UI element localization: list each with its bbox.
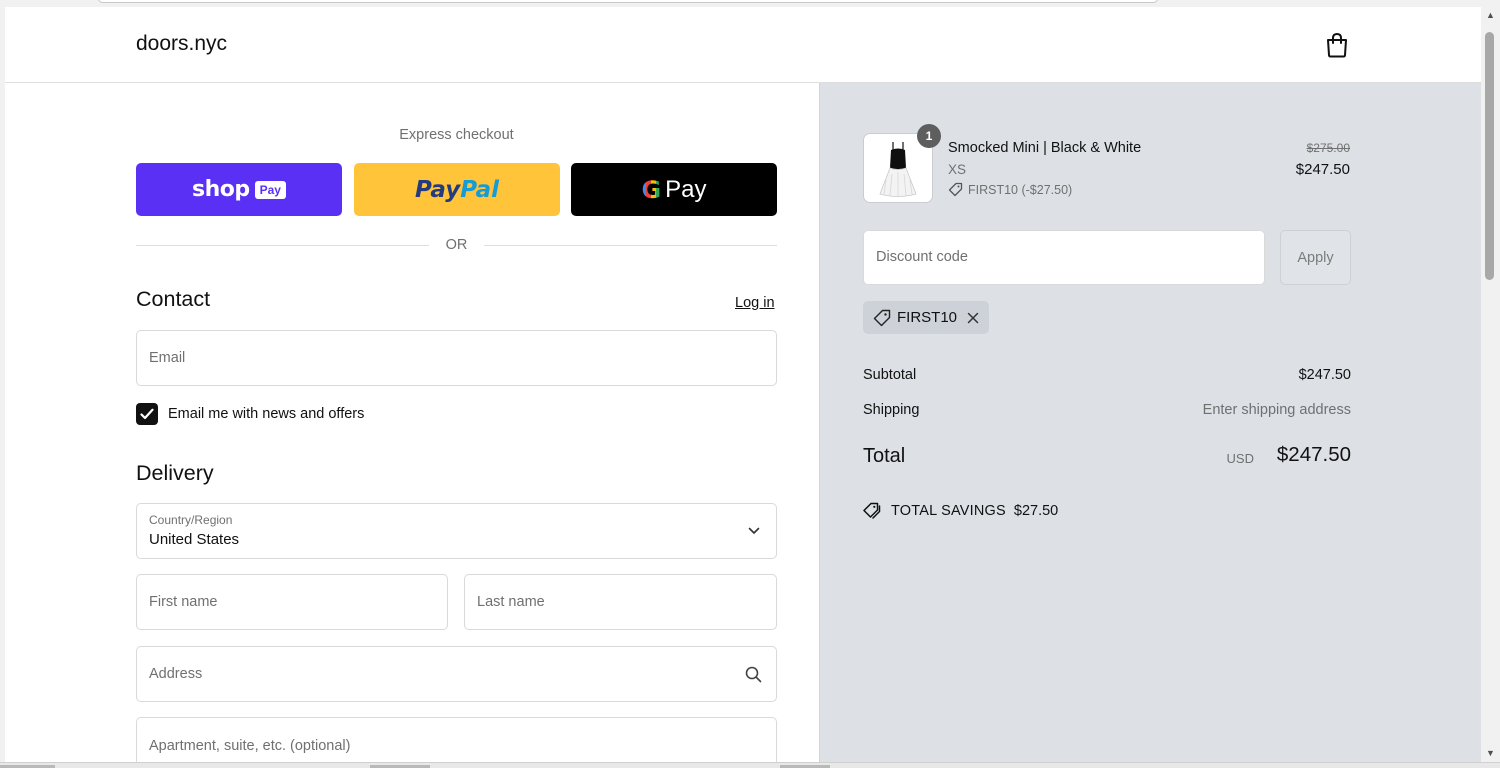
news-opt-in-checkbox[interactable] <box>136 403 158 425</box>
address-placeholder: Address <box>149 666 203 682</box>
news-opt-in-label: Email me with news and offers <box>168 406 365 422</box>
first-name-placeholder: First name <box>149 594 218 610</box>
checkout-form-column: Express checkout shop Pay Pay Pal G Pay O… <box>5 83 819 762</box>
divider-line-right <box>484 245 777 246</box>
discount-code-placeholder: Discount code <box>876 249 968 265</box>
total-label: Total <box>863 445 906 467</box>
email-field[interactable]: Email <box>136 330 777 386</box>
country-label: Country/Region <box>149 513 233 527</box>
apartment-field[interactable]: Apartment, suite, etc. (optional) <box>136 717 777 762</box>
scroll-down-arrow-icon[interactable]: ▼ <box>1481 745 1500 762</box>
news-opt-in-row: Email me with news and offers <box>136 403 364 425</box>
google-g-icon: G <box>641 175 662 204</box>
express-checkout-title: Express checkout <box>399 127 514 143</box>
shipping-row: Shipping Enter shipping address <box>863 402 1351 422</box>
address-bar-edge <box>98 0 1158 3</box>
delivery-heading: Delivery <box>136 461 214 485</box>
applied-discount-code: FIRST10 <box>897 309 958 326</box>
subtotal-value: $247.50 <box>1298 367 1351 383</box>
savings-value: $27.50 <box>1013 503 1059 519</box>
applied-discount-chip: FIRST10 <box>863 301 990 334</box>
product-variant: XS <box>948 162 967 177</box>
subtotal-label: Subtotal <box>863 367 917 383</box>
discount-code-input[interactable]: Discount code <box>863 230 1265 285</box>
shipping-value: Enter shipping address <box>1202 402 1351 418</box>
paypal-wordmark-pal: Pal <box>460 176 499 203</box>
scroll-up-arrow-icon[interactable]: ▲ <box>1481 7 1500 24</box>
total-value: $247.50 <box>1276 443 1351 466</box>
order-summary-column: 1 Smocked Mini | Black & White XS FIRST1… <box>819 83 1481 762</box>
vertical-scrollbar[interactable]: ▲ ▼ <box>1481 7 1500 762</box>
country-select[interactable]: Country/Region United States <box>136 503 777 559</box>
chevron-down-icon <box>748 527 760 534</box>
paypal-button[interactable]: Pay Pal <box>354 163 560 216</box>
tag-icon <box>873 309 891 326</box>
apartment-placeholder: Apartment, suite, etc. (optional) <box>149 738 351 754</box>
product-name: Smocked Mini | Black & White <box>948 140 1142 156</box>
cart-bag-icon[interactable] <box>1325 32 1349 58</box>
google-pay-label: Pay <box>665 175 707 203</box>
or-divider: OR <box>136 235 777 255</box>
checkout-page: doors.nyc Express checkout shop Pay Pay P… <box>5 7 1481 762</box>
google-pay-button[interactable]: G Pay <box>571 163 777 216</box>
tags-icon <box>863 502 881 519</box>
total-row: Total USD $247.50 <box>863 441 1351 471</box>
apply-discount-button[interactable]: Apply <box>1280 230 1351 285</box>
contact-heading: Contact <box>136 287 211 311</box>
product-price-original: $275.00 <box>1306 141 1350 155</box>
browser-top-edge <box>0 0 1500 7</box>
address-field[interactable]: Address <box>136 646 777 702</box>
login-link[interactable]: Log in <box>735 295 775 311</box>
checkmark-icon <box>140 408 154 420</box>
subtotal-row: Subtotal $247.50 <box>863 367 1351 387</box>
search-icon <box>745 666 762 683</box>
email-placeholder: Email <box>149 350 186 366</box>
last-name-field[interactable]: Last name <box>464 574 777 630</box>
last-name-placeholder: Last name <box>477 594 545 610</box>
horizontal-scrollbar <box>0 762 1500 768</box>
shop-pay-badge: Pay <box>254 180 286 199</box>
shop-pay-button[interactable]: shop Pay <box>136 163 342 216</box>
store-logo[interactable]: doors.nyc <box>136 32 227 56</box>
total-savings: TOTAL SAVINGS $27.50 <box>863 502 1058 520</box>
scrollbar-thumb[interactable] <box>1485 32 1494 280</box>
remove-discount-icon[interactable] <box>967 312 979 324</box>
product-discount: FIRST10 (-$27.50) <box>948 182 1072 197</box>
quantity-badge: 1 <box>917 124 941 148</box>
savings-label: TOTAL SAVINGS <box>891 503 1006 519</box>
country-value: United States <box>149 531 240 548</box>
browser-viewport: doors.nyc Express checkout shop Pay Pay P… <box>0 0 1500 768</box>
product-price-final: $247.50 <box>1295 161 1350 178</box>
checkout-header: doors.nyc <box>5 7 1481 83</box>
paypal-wordmark-pay: Pay <box>415 176 461 203</box>
shipping-label: Shipping <box>863 402 920 418</box>
product-discount-text: FIRST10 (-$27.50) <box>968 182 1073 197</box>
first-name-field[interactable]: First name <box>136 574 448 630</box>
total-currency: USD <box>1226 451 1254 466</box>
tag-icon <box>948 182 963 197</box>
shop-pay-wordmark: shop <box>192 177 250 202</box>
